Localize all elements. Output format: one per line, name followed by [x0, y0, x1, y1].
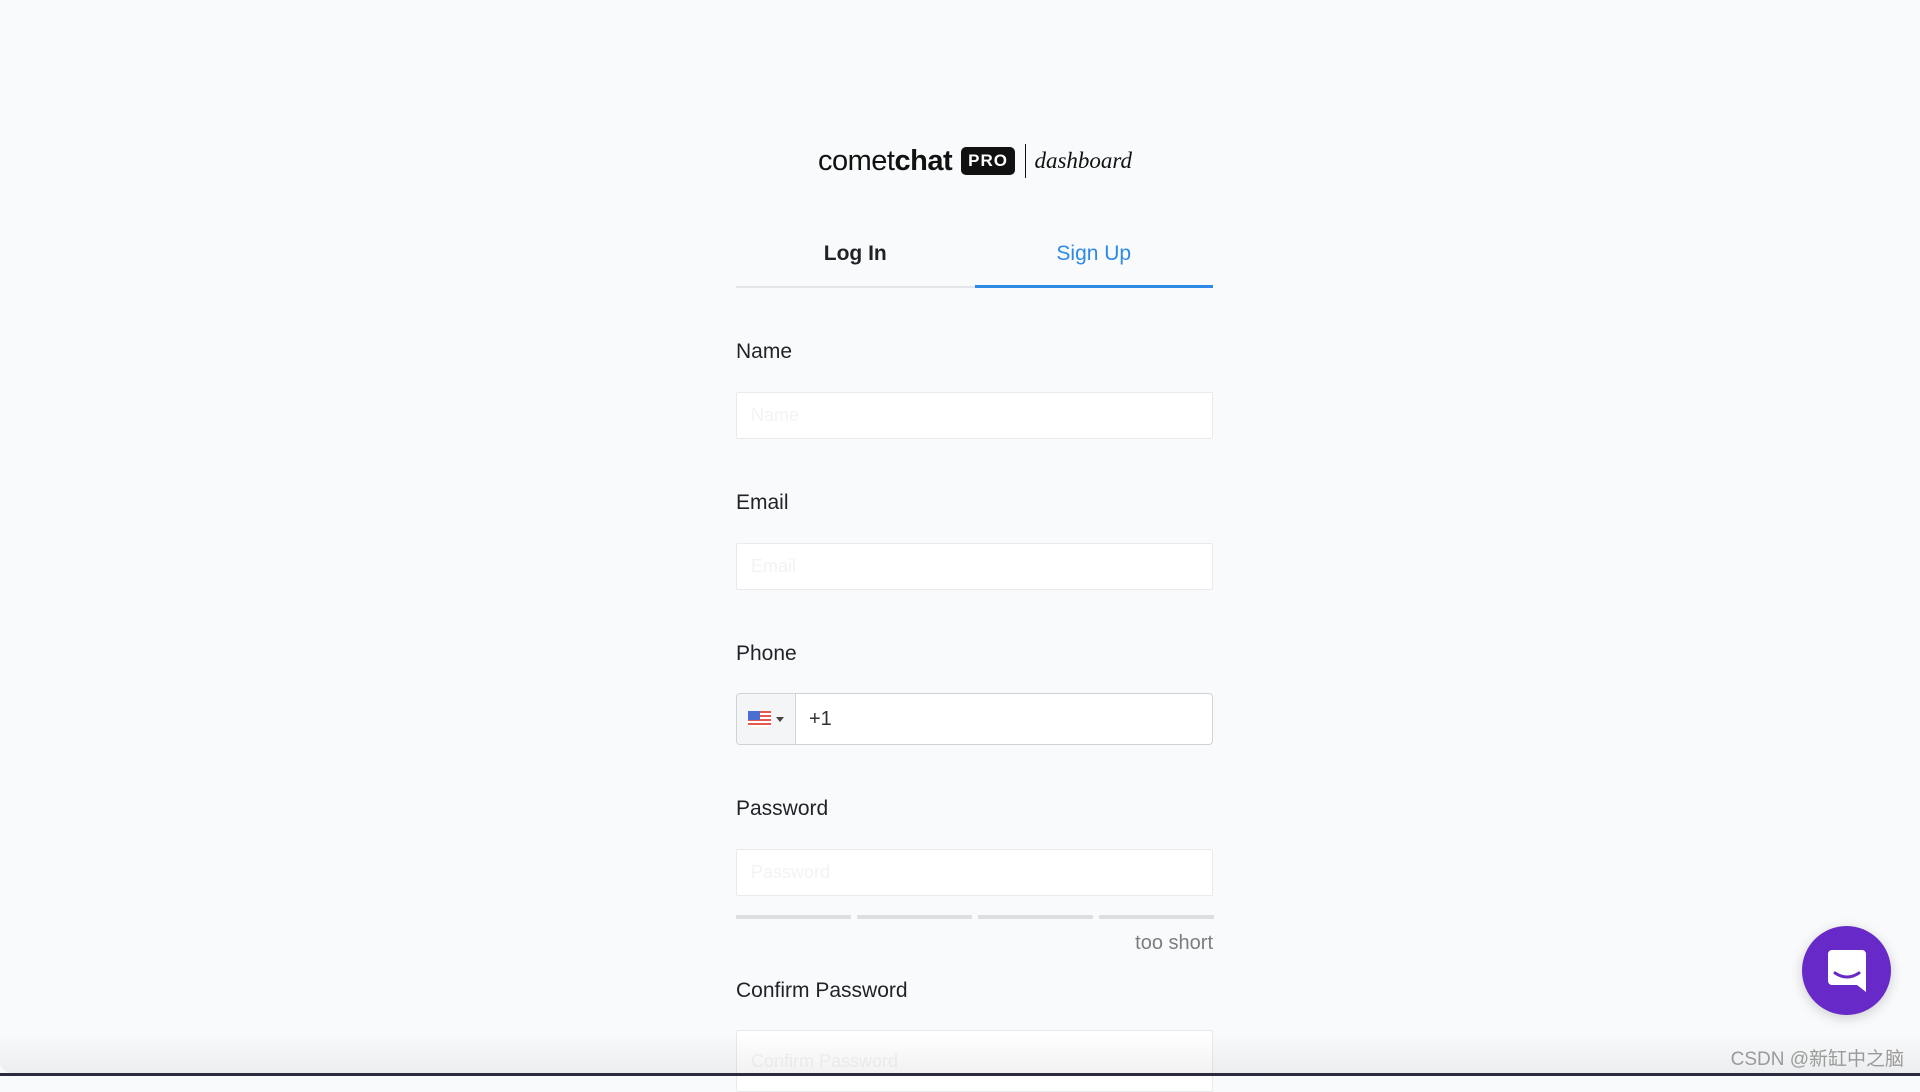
auth-tabs: Log In Sign Up [736, 228, 1213, 290]
country-selector[interactable] [737, 694, 796, 744]
logo-product-name: dashboard [1034, 148, 1133, 173]
email-field-wrapper [736, 543, 1213, 590]
logo-wordmark: cometchat [818, 144, 953, 177]
confirm-password-field-wrapper [736, 1030, 1213, 1092]
tab-sign-up[interactable]: Sign Up [974, 228, 1213, 288]
caret-down-icon [776, 716, 784, 722]
email-label: Email [736, 491, 789, 514]
pro-badge: PRO [961, 147, 1015, 175]
us-flag-icon [748, 711, 771, 727]
chat-widget-button[interactable] [1802, 926, 1891, 1015]
phone-field [736, 693, 1213, 745]
email-input[interactable] [737, 544, 1212, 589]
logo-divider [1024, 144, 1027, 178]
name-label: Name [736, 340, 793, 363]
phone-label: Phone [736, 642, 797, 665]
tab-log-in[interactable]: Log In [736, 228, 975, 288]
password-label: Password [736, 797, 829, 820]
strength-segment [978, 915, 1093, 919]
confirm-password-input[interactable] [737, 1031, 1212, 1091]
strength-segment [736, 915, 851, 919]
strength-segment [1099, 915, 1214, 919]
password-strength-meter [736, 915, 1214, 919]
watermark: CSDN @新缸中之脑 [1730, 1049, 1904, 1070]
name-input[interactable] [737, 393, 1212, 438]
chat-bubble-icon [1827, 949, 1866, 992]
name-field-wrapper [736, 392, 1213, 439]
password-input[interactable] [737, 850, 1212, 895]
logo: cometchat PRO dashboard [818, 143, 1132, 179]
confirm-password-label: Confirm Password [736, 979, 908, 1002]
phone-input[interactable] [796, 694, 1212, 744]
strength-segment [857, 915, 972, 919]
password-strength-text: too short [1135, 932, 1213, 954]
password-field-wrapper [736, 849, 1213, 896]
